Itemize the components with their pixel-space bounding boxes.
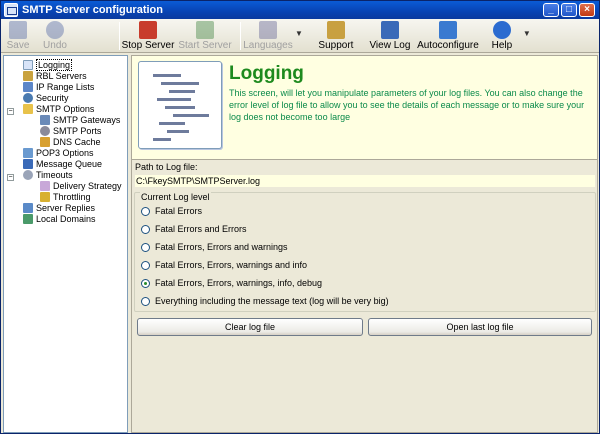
log-path-label: Path to Log file: — [135, 162, 198, 172]
log-path-input[interactable]: C:\FkeySMTP\SMTPServer.log — [134, 174, 596, 188]
list-icon — [23, 82, 33, 92]
radio-everything[interactable]: Everything including the message text (l… — [141, 295, 389, 307]
collapse-timeouts-icon[interactable]: − — [7, 174, 14, 181]
support-button[interactable]: Support — [311, 19, 361, 53]
calendar-icon — [40, 181, 50, 191]
languages-dropdown-icon[interactable]: ▼ — [295, 29, 303, 38]
house-icon — [438, 21, 457, 39]
flag-icon — [259, 21, 277, 39]
folder-icon — [23, 104, 33, 114]
radio-indicator — [141, 224, 150, 234]
user-icon — [23, 93, 33, 103]
help-icon — [492, 21, 511, 39]
app-icon — [4, 3, 18, 17]
logging-panel: Logging This screen, will let you manipu… — [131, 55, 598, 433]
title-bar[interactable]: SMTP Server configuration _ □ × — [1, 1, 599, 19]
stop-server-button[interactable]: Stop Server — [120, 19, 176, 53]
maximize-button[interactable]: □ — [561, 3, 577, 17]
toolbar: Save Undo Stop Server Start Server Langu… — [1, 19, 599, 53]
panel-header: Logging This screen, will let you manipu… — [132, 56, 597, 160]
languages-button[interactable]: Languages — [241, 19, 295, 53]
stop-server-icon — [139, 21, 157, 39]
radio-fatal-and-errors[interactable]: Fatal Errors and Errors — [141, 223, 247, 235]
help-button[interactable]: Help — [485, 19, 519, 53]
radio-fatal-errors[interactable]: Fatal Errors — [141, 205, 202, 217]
clock-icon — [23, 170, 33, 180]
start-server-icon — [196, 21, 214, 39]
network-icon — [23, 214, 33, 224]
page-description: This screen, will let you manipulate par… — [229, 88, 585, 122]
undo-arrow-icon — [46, 21, 64, 39]
radio-indicator — [141, 296, 150, 306]
floppy-disk-icon — [9, 21, 27, 39]
log-level-title: Current Log level — [140, 192, 211, 202]
gear-icon — [40, 126, 50, 136]
radio-errors-and-warnings[interactable]: Fatal Errors, Errors and warnings — [141, 241, 288, 253]
log-level-group: Current Log level Fatal Errors Fatal Err… — [134, 192, 596, 312]
navigation-tree: − − Logging RBL Servers IP Range Lists S… — [3, 55, 128, 433]
radio-indicator — [141, 260, 150, 270]
radio-warnings-and-info[interactable]: Fatal Errors, Errors, warnings and info — [141, 259, 307, 271]
open-last-log-button[interactable]: Open last log file — [368, 318, 592, 336]
support-icon — [326, 21, 345, 39]
log-document-icon — [138, 61, 222, 149]
clear-log-button[interactable]: Clear log file — [137, 318, 363, 336]
radio-indicator-selected — [141, 278, 150, 288]
save-button[interactable]: Save — [1, 19, 35, 53]
view-log-button[interactable]: View Log — [367, 19, 413, 53]
help-dropdown-icon[interactable]: ▼ — [523, 29, 531, 38]
queue-icon — [23, 159, 33, 169]
page-title: Logging — [229, 63, 304, 84]
reply-icon — [23, 203, 33, 213]
gateway-icon — [40, 115, 50, 125]
view-log-icon — [380, 21, 399, 39]
radio-indicator — [141, 242, 150, 252]
log-file-icon — [23, 60, 33, 70]
cache-icon — [40, 137, 50, 147]
traffic-light-icon — [40, 192, 50, 202]
autoconfigure-button[interactable]: Autoconfigure — [415, 19, 481, 53]
undo-button[interactable]: Undo — [35, 19, 75, 53]
start-server-button[interactable]: Start Server — [176, 19, 234, 53]
radio-indicator — [141, 206, 150, 216]
window-title: SMTP Server configuration — [22, 4, 163, 16]
radio-debug[interactable]: Fatal Errors, Errors, warnings, info, de… — [141, 277, 322, 289]
mailbox-icon — [23, 148, 33, 158]
database-icon — [23, 71, 33, 81]
minimize-button[interactable]: _ — [543, 3, 559, 17]
main-window: SMTP Server configuration _ □ × Save Und… — [0, 0, 600, 434]
tree-item-local-domains[interactable]: Local Domains — [23, 213, 96, 225]
close-button[interactable]: × — [579, 3, 595, 17]
collapse-smtp-options-icon[interactable]: − — [7, 108, 14, 115]
